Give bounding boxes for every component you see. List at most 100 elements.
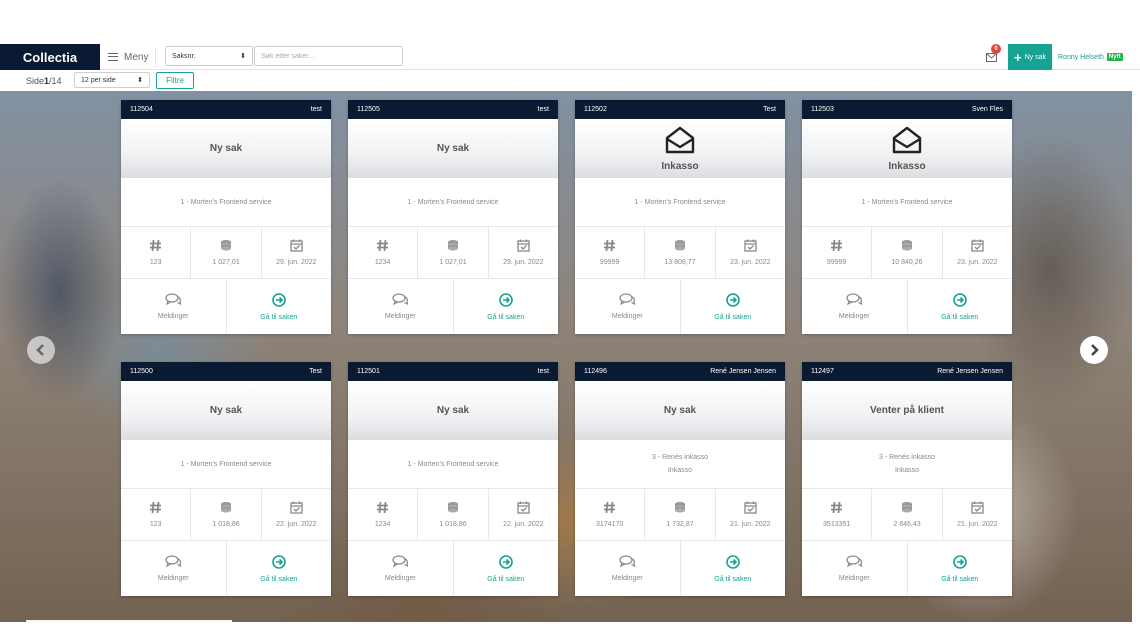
case-status-panel: Ny sak <box>348 119 558 178</box>
case-owner: test <box>537 106 549 113</box>
arrow-circle-right-icon <box>498 554 513 571</box>
calendar-check-icon <box>517 501 530 516</box>
coins-icon <box>219 239 233 254</box>
open-case-button[interactable]: Gå til saken <box>454 279 559 334</box>
messages-button[interactable]: Meldinger <box>121 279 227 334</box>
case-card[interactable]: 112504 test Ny sak 1 - Morten's Frontend se… <box>121 100 331 334</box>
open-case-button[interactable]: Gå til saken <box>227 279 332 334</box>
case-status: Ny sak <box>663 405 697 416</box>
hash-icon <box>376 239 389 254</box>
calendar-check-icon <box>517 239 530 254</box>
case-owner: René Jensen Jensen <box>937 368 1003 375</box>
search-input[interactable] <box>254 46 403 66</box>
stat-reference: 99999 <box>575 227 646 278</box>
service-name: 1 - Morten's Frontend service <box>180 460 272 468</box>
case-card[interactable]: 112500 Test Ny sak 1 - Morten's Frontend se… <box>121 362 331 596</box>
amount-value: 13 808,77 <box>664 259 696 266</box>
case-status-panel: Inkasso <box>802 119 1012 178</box>
previous-page-button[interactable] <box>27 336 55 364</box>
next-page-button[interactable] <box>1080 336 1108 364</box>
messages-button[interactable]: Meldinger <box>121 541 227 596</box>
amount-value: 1 018,86 <box>439 521 467 528</box>
case-card[interactable]: 112505 test Ny sak 1 - Morten's Frontend se… <box>348 100 558 334</box>
case-card[interactable]: 112503 Sven Fles Inkasso 1 - Morten's Front… <box>802 100 1012 334</box>
case-owner: test <box>537 368 549 375</box>
case-status-panel: Venter på klient <box>802 381 1012 440</box>
messages-button[interactable]: Meldinger <box>575 541 681 596</box>
envelope-open-icon <box>665 126 695 159</box>
plus-icon: + <box>1014 49 1022 65</box>
open-case-button[interactable]: Gå til saken <box>908 279 1013 334</box>
pagination-toolbar: Side 1 /14 12 per side ⬍ Filtre <box>0 70 1140 91</box>
hash-icon <box>149 501 162 516</box>
brand-logo[interactable]: Collectia <box>0 44 100 70</box>
messages-button[interactable]: Meldinger <box>575 279 681 334</box>
case-status: Ny sak <box>436 405 470 416</box>
stat-reference: 1234 <box>348 227 419 278</box>
open-case-button[interactable]: Gå til saken <box>227 541 332 596</box>
calendar-check-icon <box>971 239 984 254</box>
case-id: 112500 <box>130 368 153 375</box>
open-case-button[interactable]: Gå til saken <box>908 541 1013 596</box>
filter-button[interactable]: Filtre <box>156 72 194 89</box>
amount-value: 1 027,01 <box>212 259 240 266</box>
open-case-button[interactable]: Gå til saken <box>454 541 559 596</box>
case-card[interactable]: 112502 Test Inkasso 1 - Morten's Frontend s… <box>575 100 785 334</box>
user-menu[interactable]: Ronny Helseth Nytt <box>1058 44 1123 70</box>
service-name: 1 - Morten's Frontend service <box>407 460 499 468</box>
case-service: 3 - Renés inkasso Inkasso <box>802 440 1012 489</box>
stat-date: 29. jun. 2022 <box>489 227 558 278</box>
service-name: 3 - Renés inkasso <box>878 454 936 461</box>
messages-button[interactable]: Meldinger <box>802 279 908 334</box>
messages-button[interactable]: Meldinger <box>348 279 454 334</box>
reference-value: 1234 <box>374 521 391 528</box>
chat-icon <box>165 293 182 308</box>
service-name: 1 - Morten's Frontend service <box>861 198 953 206</box>
calendar-check-icon <box>290 239 303 254</box>
arrow-circle-right-icon <box>498 292 513 309</box>
case-card[interactable]: 112501 test Ny sak 1 - Morten's Frontend se… <box>348 362 558 596</box>
case-card[interactable]: 112496 René Jensen Jensen Ny sak 3 - Renés … <box>575 362 785 596</box>
per-page-select[interactable]: 12 per side ⬍ <box>74 72 150 88</box>
messages-button[interactable]: Meldinger <box>802 541 908 596</box>
stat-amount: 10 840,26 <box>872 227 943 278</box>
case-id: 112502 <box>584 106 607 113</box>
case-status-panel: Ny sak <box>121 119 331 178</box>
service-type: Inkasso <box>894 467 920 474</box>
select-arrows-icon: ⬍ <box>137 77 143 84</box>
date-value: 21. jun. 2022 <box>730 521 771 528</box>
page-indicator: Side 1 /14 <box>26 70 62 91</box>
search-type-select[interactable]: Saksnr. ⬍ <box>165 46 253 66</box>
stat-amount: 2 846,43 <box>872 489 943 540</box>
arrow-circle-right-icon <box>725 292 740 309</box>
case-owner: René Jensen Jensen <box>710 368 776 375</box>
open-case-button[interactable]: Gå til saken <box>681 279 786 334</box>
service-name: 3 - Renés inkasso <box>651 454 709 461</box>
date-value: 29. jun. 2022 <box>276 259 317 266</box>
amount-value: 1 732,87 <box>666 521 694 528</box>
reference-value: 99999 <box>599 259 620 266</box>
card-header: 112496 René Jensen Jensen <box>575 362 785 381</box>
date-value: 22. jun. 2022 <box>276 521 317 528</box>
open-case-button[interactable]: Gå til saken <box>681 541 786 596</box>
menu-button[interactable]: Meny <box>108 44 148 70</box>
new-tag: Nytt <box>1106 53 1123 61</box>
notifications-button[interactable]: 0 <box>981 44 1001 67</box>
date-value: 21. jun. 2022 <box>957 521 998 528</box>
messages-label: Meldinger <box>384 313 416 320</box>
open-case-label: Gå til saken <box>260 313 298 321</box>
case-id: 112504 <box>130 106 153 113</box>
case-card[interactable]: 112497 René Jensen Jensen Venter på klient… <box>802 362 1012 596</box>
date-value: 29. jun. 2022 <box>503 259 544 266</box>
case-id: 112505 <box>357 106 380 113</box>
hash-icon <box>830 501 843 516</box>
hash-icon <box>603 501 616 516</box>
case-owner: Test <box>763 106 776 113</box>
messages-button[interactable]: Meldinger <box>348 541 454 596</box>
case-actions: Meldinger Gå til saken <box>348 279 558 334</box>
new-case-button[interactable]: + Ny sak <box>1008 44 1052 70</box>
top-navbar: Collectia Meny Saksnr. ⬍ 0 + Ny sak Ronn… <box>0 44 1140 70</box>
coins-icon <box>673 501 687 516</box>
card-header: 112505 test <box>348 100 558 119</box>
per-page-value: 12 per side <box>81 76 116 84</box>
